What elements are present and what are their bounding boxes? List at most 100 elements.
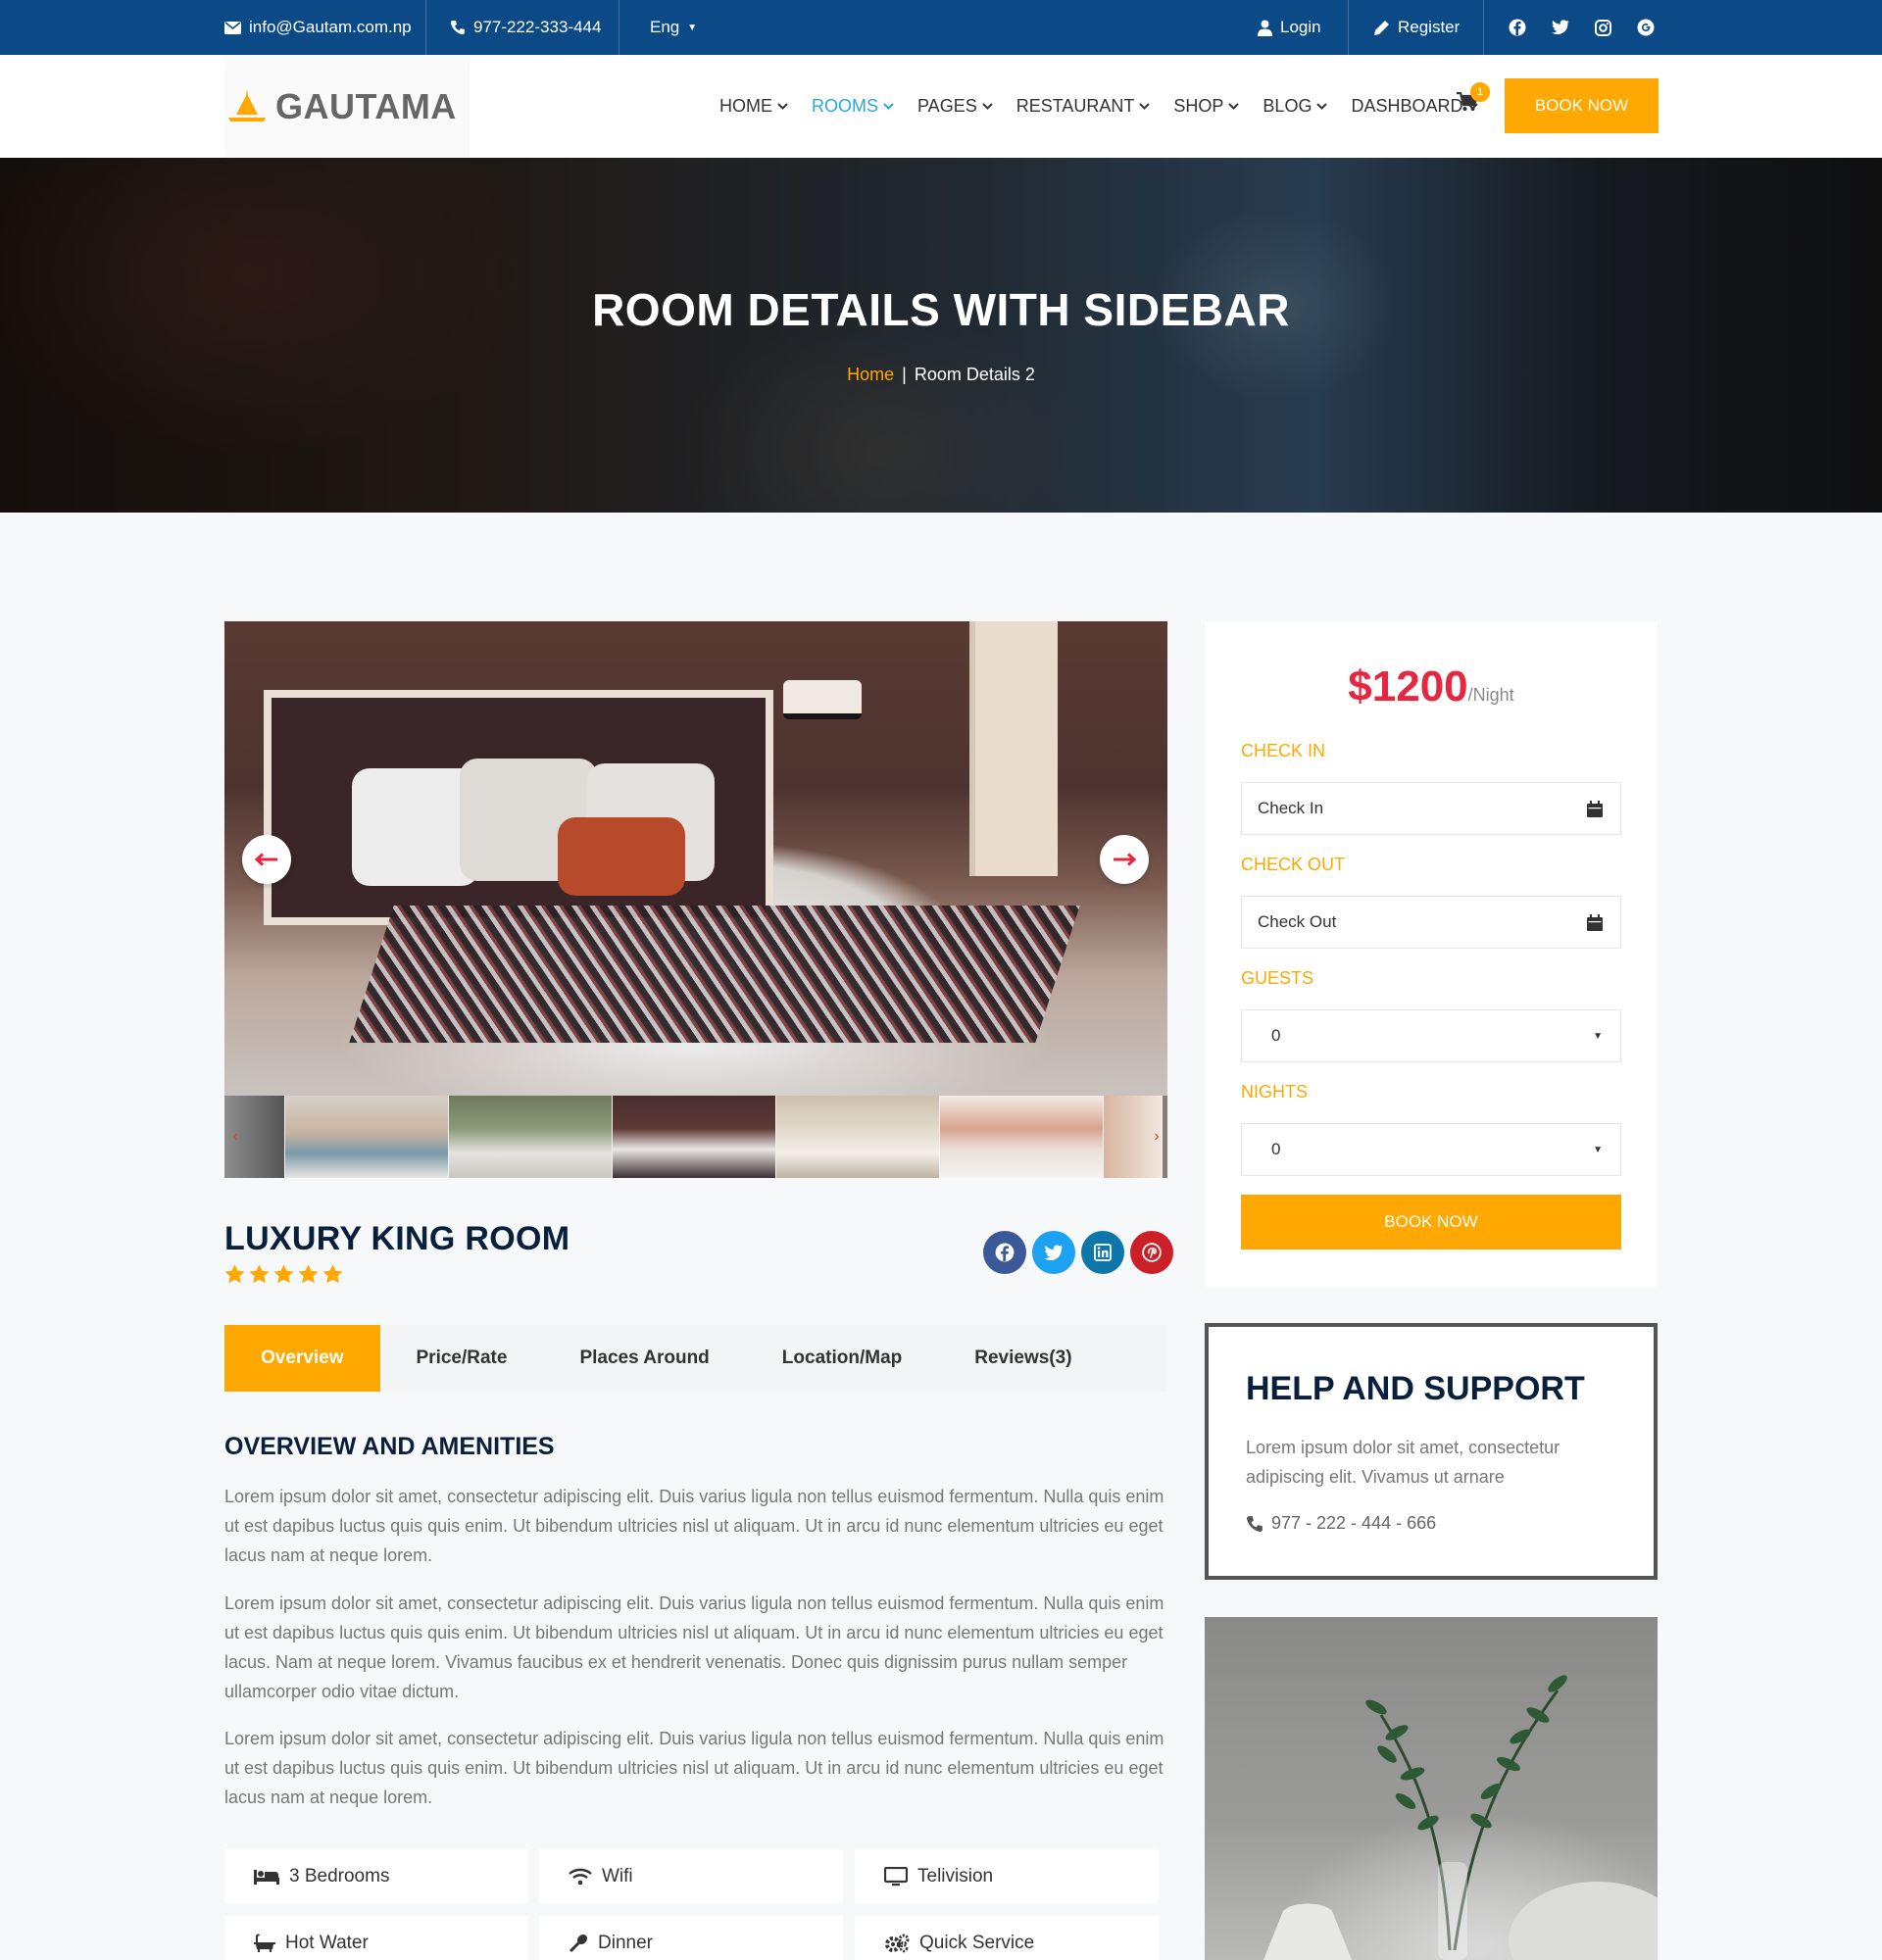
booking-widget: $1200/Night CHECK IN Check In CHECK OUT … (1205, 621, 1658, 1288)
help-phone[interactable]: 977 - 222 - 444 - 666 (1246, 1513, 1436, 1534)
facebook-icon[interactable] (1509, 19, 1526, 36)
breadcrumb-separator: | (902, 365, 907, 384)
guests-label: GUESTS (1241, 968, 1314, 988)
nav-label: RESTAURANT (1015, 96, 1135, 116)
header-book-now-button[interactable]: BOOK NOW (1505, 78, 1659, 133)
login-link[interactable]: Login (1258, 0, 1321, 55)
caret-down-icon: ▼ (687, 22, 698, 33)
nav-label: SHOP (1173, 96, 1224, 116)
amenity-item: Dinner (539, 1916, 843, 1960)
room-tabs: Overview Price/Rate Places Around Locati… (224, 1325, 1167, 1392)
google-plus-icon[interactable] (1637, 19, 1655, 36)
star-icon (298, 1264, 319, 1284)
spoon-icon (569, 1934, 588, 1953)
language-value: Eng (650, 18, 680, 36)
help-support-widget: HELP AND SUPPORT Lorem ipsum dolor sit a… (1205, 1323, 1658, 1580)
nav-label: PAGES (917, 96, 977, 116)
check-out-field[interactable]: Check Out (1241, 896, 1621, 949)
top-bar: info@Gautam.com.np 977-222-333-444 Eng ▼… (0, 0, 1882, 55)
twitter-icon[interactable] (1552, 20, 1569, 35)
thumbnail-image[interactable] (613, 1096, 776, 1178)
page-title: ROOM DETAILS WITH SIDEBAR (592, 284, 1290, 335)
share-linkedin-button[interactable] (1081, 1231, 1124, 1274)
bed-throw-graphic (349, 906, 1080, 1043)
email-contact[interactable]: info@Gautam.com.np (224, 0, 412, 55)
tab-places-around[interactable]: Places Around (543, 1325, 745, 1392)
check-in-placeholder: Check In (1258, 799, 1324, 817)
share-facebook-button[interactable] (983, 1231, 1026, 1274)
share-pinterest-button[interactable] (1130, 1231, 1173, 1274)
social-links (1509, 0, 1655, 55)
cart-button[interactable]: 1 (1457, 82, 1490, 112)
phone-icon (450, 20, 466, 35)
pinterest-icon (1142, 1243, 1162, 1262)
book-now-button[interactable]: BOOK NOW (1241, 1195, 1621, 1250)
thumbnail-next-button[interactable]: › (1146, 1096, 1167, 1178)
check-in-field[interactable]: Check In (1241, 782, 1621, 835)
phone-contact[interactable]: 977-222-333-444 (450, 0, 601, 55)
share-twitter-button[interactable] (1032, 1231, 1075, 1274)
tab-overview[interactable]: Overview (224, 1325, 380, 1392)
tab-location-map[interactable]: Location/Map (746, 1325, 938, 1392)
pencil-icon (1373, 20, 1390, 36)
arrow-left-icon (255, 853, 278, 866)
guests-select[interactable]: 0 ▼ (1241, 1009, 1621, 1062)
thumbnail-prev-button[interactable]: ‹ (224, 1096, 246, 1178)
main-nav: HOME ROOMS PAGES RESTAURANT SHOP BLOG DA… (719, 55, 1502, 158)
amenity-item: 3 Bedrooms (224, 1849, 528, 1904)
nav-item-shop[interactable]: SHOP (1173, 96, 1240, 117)
nav-label: DASHBOARD (1351, 96, 1463, 116)
nav-item-rooms[interactable]: ROOMS (812, 96, 894, 117)
nights-label: NIGHTS (1241, 1082, 1309, 1102)
logo[interactable]: GAUTAMA (224, 55, 470, 158)
nav-label: HOME (719, 96, 772, 116)
help-phone-number: 977 - 222 - 444 - 666 (1271, 1513, 1437, 1533)
star-icon (224, 1264, 245, 1284)
check-out-placeholder: Check Out (1258, 912, 1337, 931)
thumbnail-image[interactable] (285, 1096, 449, 1178)
caret-down-icon: ▼ (1593, 1030, 1603, 1042)
instagram-icon[interactable] (1595, 19, 1611, 36)
wifi-icon (569, 1868, 592, 1886)
overview-paragraph: Lorem ipsum dolor sit amet, consectetur … (224, 1487, 1164, 1565)
star-icon (322, 1264, 343, 1284)
guests-value: 0 (1271, 1026, 1281, 1045)
tab-price-rate[interactable]: Price/Rate (380, 1325, 544, 1392)
nav-item-blog[interactable]: BLOG (1263, 96, 1328, 117)
tab-reviews[interactable]: Reviews(3) (938, 1325, 1108, 1392)
amenity-item: Wifi (539, 1849, 843, 1904)
language-select[interactable]: Eng ▼ (650, 0, 697, 55)
bathtub-icon (254, 1934, 275, 1953)
star-icon (273, 1264, 294, 1284)
wall-lamp-graphic (783, 680, 862, 719)
thumbnail-strip (224, 1096, 1167, 1178)
room-title: LUXURY KING ROOM (224, 1220, 570, 1257)
nav-item-home[interactable]: HOME (719, 96, 788, 117)
linkedin-icon (1094, 1244, 1112, 1261)
overview-title: OVERVIEW AND AMENITIES (224, 1433, 555, 1460)
slider-next-button[interactable] (1100, 835, 1149, 884)
room-image-slider (224, 621, 1167, 1096)
nights-select[interactable]: 0 ▼ (1241, 1123, 1621, 1176)
thumbnail-image[interactable] (940, 1096, 1104, 1178)
login-label: Login (1280, 18, 1321, 36)
nav-item-restaurant[interactable]: RESTAURANT (1016, 96, 1151, 117)
slider-prev-button[interactable] (242, 835, 291, 884)
email-text: info@Gautam.com.np (249, 18, 412, 36)
nav-item-pages[interactable]: PAGES (917, 96, 993, 117)
cart-count-badge: 1 (1470, 82, 1490, 102)
phone-icon (1246, 1515, 1263, 1533)
chevron-down-icon (982, 103, 993, 110)
price-value: $1200 (1348, 662, 1468, 710)
register-link[interactable]: Register (1373, 0, 1460, 55)
room-rating (224, 1264, 343, 1284)
amenity-item: Hot Water (224, 1916, 528, 1960)
chevron-down-icon (1139, 103, 1151, 110)
thumbnail-image[interactable] (776, 1096, 940, 1178)
room-door-graphic (969, 621, 1058, 876)
breadcrumb-home-link[interactable]: Home (847, 365, 894, 384)
help-text: Lorem ipsum dolor sit amet, consectetur … (1246, 1438, 1560, 1487)
chevron-down-icon (883, 103, 894, 110)
help-title: HELP AND SUPPORT (1246, 1370, 1585, 1407)
thumbnail-image[interactable] (449, 1096, 613, 1178)
